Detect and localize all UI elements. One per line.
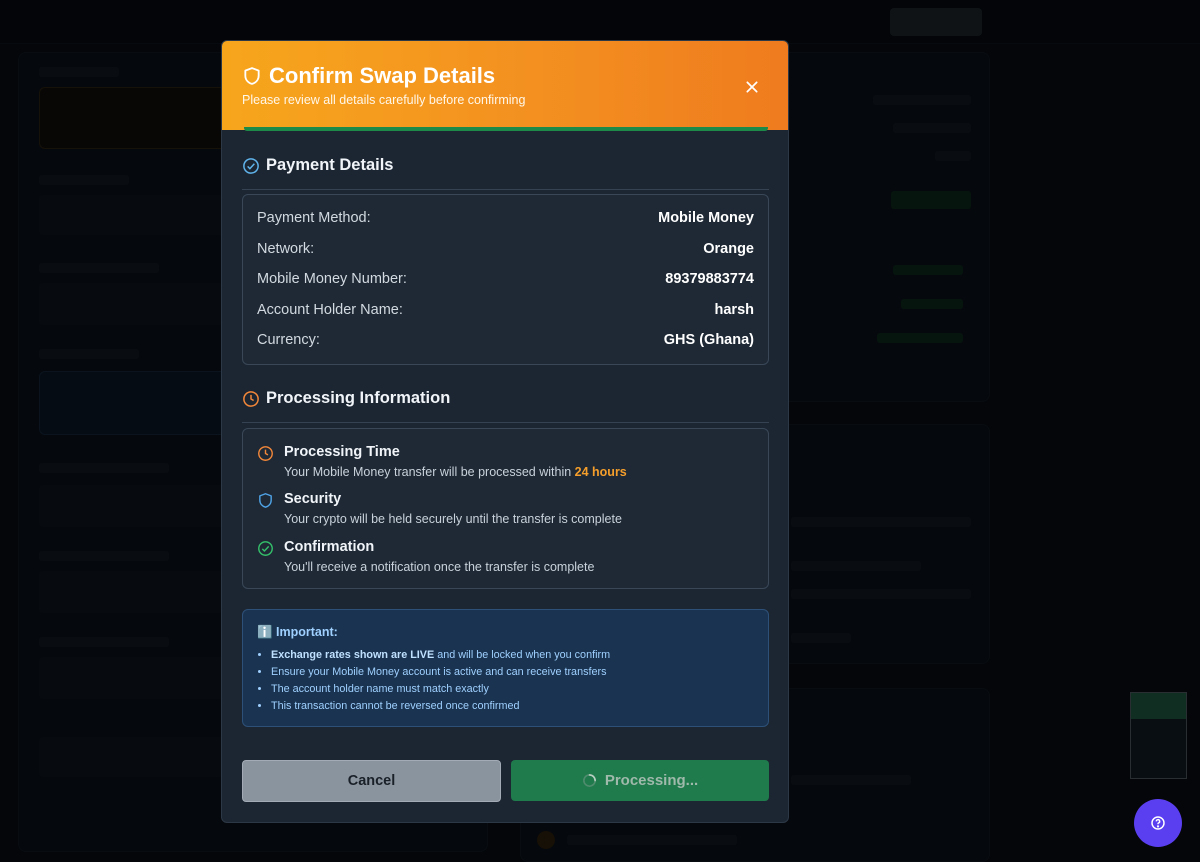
- list-item: Ensure your Mobile Money account is acti…: [271, 664, 610, 681]
- row-label: Network:: [257, 241, 315, 257]
- important-list: Exchange rates shown are LIVE and will b…: [271, 647, 610, 715]
- processing-time-desc: Your Mobile Money transfer will be proce…: [284, 465, 627, 479]
- list-item: Exchange rates shown are LIVE and will b…: [271, 647, 610, 664]
- list-item: The account holder name must match exact…: [271, 681, 610, 698]
- processing-time-highlight: 24 hours: [574, 465, 627, 479]
- close-button[interactable]: [738, 73, 766, 101]
- row-label: Payment Method:: [257, 210, 371, 226]
- network-row: Network: Orange: [257, 241, 754, 261]
- important-heading: ℹ️ Important:: [257, 625, 338, 639]
- row-value: 89379883774: [665, 271, 754, 287]
- modal-title: Confirm Swap Details: [269, 63, 496, 88]
- help-circle-icon: [1151, 816, 1165, 830]
- payment-method-row: Payment Method: Mobile Money: [257, 210, 754, 230]
- confirmation-title: Confirmation: [284, 539, 375, 555]
- clock-icon: [258, 446, 273, 461]
- confirm-swap-modal: Confirm Swap Details Please review all d…: [221, 40, 789, 823]
- mobile-number-row: Mobile Money Number: 89379883774: [257, 271, 754, 291]
- processing-time-title: Processing Time: [284, 444, 400, 460]
- important-bold-text: Exchange rates shown are LIVE: [271, 649, 435, 661]
- account-holder-row: Account Holder Name: harsh: [257, 302, 754, 322]
- currency-row: Currency: GHS (Ghana): [257, 332, 754, 352]
- important-notice: ℹ️ Important: Exchange rates shown are L…: [242, 609, 769, 727]
- processing-label: Processing...: [604, 772, 699, 789]
- check-circle-icon: [243, 158, 259, 174]
- row-value: GHS (Ghana): [663, 332, 754, 348]
- cancel-button[interactable]: Cancel: [242, 760, 501, 802]
- payment-details-header: Payment Details: [242, 154, 769, 190]
- spinner-icon: [582, 774, 596, 787]
- row-value: Orange: [703, 241, 754, 257]
- check-circle-icon: [258, 541, 273, 556]
- header-accent-strip: [244, 127, 768, 131]
- row-value: Mobile Money: [658, 210, 754, 226]
- shield-icon: [244, 67, 260, 85]
- row-label: Account Holder Name:: [257, 302, 403, 318]
- modal-subtitle: Please review all details carefully befo…: [242, 93, 526, 107]
- help-button[interactable]: [1134, 799, 1182, 847]
- shield-icon: [259, 493, 272, 508]
- processing-info-header: Processing Information: [242, 387, 769, 423]
- payment-details-title: Payment Details: [266, 156, 394, 174]
- clock-icon: [243, 391, 259, 407]
- cancel-label: Cancel: [347, 773, 396, 789]
- processing-info-title: Processing Information: [266, 389, 451, 407]
- modal-header: Confirm Swap Details Please review all d…: [222, 41, 788, 130]
- list-item: This transaction cannot be reversed once…: [271, 698, 610, 715]
- close-icon: [746, 81, 758, 93]
- processing-info-box: Processing Time Your Mobile Money transf…: [242, 428, 769, 589]
- row-label: Currency:: [257, 332, 320, 348]
- payment-details-box: Payment Method: Mobile Money Network: Or…: [242, 194, 769, 365]
- important-text: and will be locked when you confirm: [434, 649, 611, 661]
- row-label: Mobile Money Number:: [257, 271, 407, 287]
- security-desc: Your crypto will be held securely until …: [284, 512, 622, 526]
- processing-button[interactable]: Processing...: [511, 760, 769, 801]
- security-title: Security: [284, 491, 342, 507]
- processing-time-text: Your Mobile Money transfer will be proce…: [284, 465, 575, 479]
- confirmation-desc: You'll receive a notification once the t…: [284, 560, 595, 574]
- row-value: harsh: [714, 302, 755, 318]
